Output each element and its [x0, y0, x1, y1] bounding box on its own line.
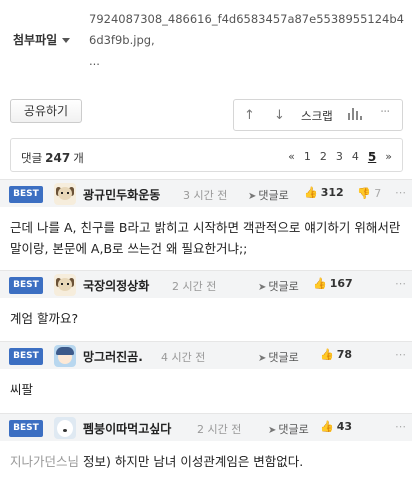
comment-header: BEST 망그러진곰. 4 시간 전 ➤ 댓글로 👍 78 ⋯ [0, 341, 412, 369]
comment-time: 3 시간 전 [183, 189, 228, 202]
attachment-filename: 7924087308_486616_f4d6583457a87e55389551… [89, 12, 404, 47]
thumbs-up-icon: 👍 [304, 186, 318, 199]
scrap-button[interactable]: 스크랩 [301, 108, 333, 124]
stats-chart-icon[interactable] [348, 108, 362, 120]
comment-nickname[interactable]: 광규민두화운동 [83, 186, 160, 203]
comment-text: 씨팔 [10, 382, 34, 397]
comment-prefix: 지나가던스님 [10, 454, 80, 469]
best-badge: BEST [9, 420, 43, 437]
pager-page[interactable]: 4 [352, 150, 359, 164]
attachment-section: 첨부파일 7924087308_486616_f4d6583457a87e553… [0, 0, 412, 83]
like-button[interactable]: 👍 43 [320, 420, 352, 433]
reply-button[interactable]: ➤ 댓글로 [268, 421, 309, 437]
best-badge: BEST [9, 186, 43, 203]
reply-arrow-icon: ➤ [258, 282, 267, 293]
reply-arrow-icon: ➤ [268, 425, 277, 436]
like-count: 312 [320, 186, 344, 199]
like-button[interactable]: 👍 312 [304, 186, 344, 199]
comment-item: BEST 국장의정상화 2 시간 전 ➤ 댓글로 👍 167 ⋯ 계엄 할까요? [0, 270, 412, 336]
dislike-button[interactable]: 👎 7 [357, 187, 381, 200]
comment-nickname[interactable]: 펨붕이따먹고싶다 [83, 420, 171, 437]
attachment-label: 첨부파일 [13, 33, 58, 47]
avatar[interactable] [54, 183, 76, 205]
comment-text-body: 정보) 하지만 남녀 이성관계임은 변함없다. [83, 454, 304, 469]
caret-down-icon [62, 38, 71, 43]
comment-time: 2 시간 전 [197, 423, 242, 436]
more-menu-icon[interactable]: ⋯ [395, 420, 406, 433]
best-badge: BEST [9, 277, 43, 294]
comment-time: 4 시간 전 [161, 351, 206, 364]
reply-label: 댓글로 [268, 351, 299, 364]
reply-label: 댓글로 [258, 189, 289, 202]
reply-label: 댓글로 [268, 280, 299, 293]
attachment-toggle[interactable]: 첨부파일 [13, 31, 71, 48]
comment-header: BEST 광규민두화운동 3 시간 전 ➤ 댓글로 👍 312 👎 7 ⋯ [0, 179, 412, 207]
like-count: 43 [336, 420, 353, 433]
comment-count-number: 247 [45, 151, 71, 165]
like-button[interactable]: 👍 167 [313, 277, 353, 290]
best-badge: BEST [9, 348, 43, 365]
thumbs-up-icon: 👍 [313, 277, 327, 290]
comment-count-bar: 댓글 247 개 « 1 2 3 4 5 » [10, 138, 403, 172]
comment-item: BEST 광규민두화운동 3 시간 전 ➤ 댓글로 👍 312 👎 7 ⋯ 근데 나… [0, 179, 412, 267]
reply-label: 댓글로 [278, 423, 309, 436]
comment-text: 계엄 할까요? [10, 311, 79, 326]
more-menu-icon[interactable]: ⋯ [395, 186, 406, 199]
comment-text: 지나가던스님 정보) 하지만 남녀 이성관계임은 변함없다. [10, 451, 405, 472]
comment-header: BEST 국장의정상화 2 시간 전 ➤ 댓글로 👍 167 ⋯ [0, 270, 412, 298]
comment-item: BEST 망그러진곰. 4 시간 전 ➤ 댓글로 👍 78 ⋯ 씨팔 [0, 341, 412, 405]
scroll-up-icon[interactable]: ↑ [244, 108, 255, 123]
comment-header: BEST 펨붕이따먹고싶다 2 시간 전 ➤ 댓글로 👍 43 ⋯ [0, 413, 412, 441]
more-menu-icon[interactable]: ⋯ [395, 277, 406, 290]
pager-current-page[interactable]: 5 [368, 150, 376, 164]
comment-count: 댓글 247 개 [21, 150, 84, 166]
avatar[interactable] [54, 417, 76, 439]
comment-count-label: 댓글 [21, 151, 43, 165]
reply-button[interactable]: ➤ 댓글로 [248, 187, 289, 203]
pagination: « 1 2 3 4 5 » [288, 150, 392, 164]
thumbs-up-icon: 👍 [320, 348, 334, 361]
reply-arrow-icon: ➤ [258, 353, 267, 364]
like-button[interactable]: 👍 78 [320, 348, 352, 361]
pager-page[interactable]: 1 [304, 150, 311, 164]
avatar[interactable] [54, 274, 76, 296]
like-count: 167 [329, 277, 353, 290]
comment-text: 근데 나를 A, 친구를 B라고 밝히고 시작하면 객관적으로 얘기하기 위해서… [10, 220, 401, 256]
comment-item: BEST 펨붕이따먹고싶다 2 시간 전 ➤ 댓글로 👍 43 ⋯ 지나가던스님 정보… [0, 413, 412, 482]
reply-button[interactable]: ➤ 댓글로 [258, 349, 299, 365]
pager-page[interactable]: 2 [320, 150, 327, 164]
pager-next[interactable]: » [385, 150, 392, 164]
scroll-down-icon[interactable]: ↓ [274, 108, 285, 123]
reply-arrow-icon: ➤ [248, 191, 257, 202]
pager-first[interactable]: « [288, 150, 295, 164]
like-count: 78 [336, 348, 353, 361]
comment-count-unit: 개 [73, 151, 84, 165]
attachment-file-link[interactable]: 7924087308_486616_f4d6583457a87e55389551… [89, 9, 407, 72]
more-icon[interactable]: ··· [380, 105, 390, 120]
dislike-count: 7 [374, 187, 382, 200]
post-tools: ↑ ↓ 스크랩 ··· [233, 99, 403, 131]
reply-button[interactable]: ➤ 댓글로 [258, 278, 299, 294]
attachment-more: ... [89, 54, 100, 68]
comment-time: 2 시간 전 [172, 280, 217, 293]
more-menu-icon[interactable]: ⋯ [395, 348, 406, 361]
comment-nickname[interactable]: 국장의정상화 [83, 277, 149, 294]
comment-nickname[interactable]: 망그러진곰. [83, 348, 143, 365]
avatar[interactable] [54, 345, 76, 367]
thumbs-up-icon: 👍 [320, 420, 334, 433]
share-button[interactable]: 공유하기 [10, 99, 82, 123]
pager-page[interactable]: 3 [336, 150, 343, 164]
thumbs-down-icon: 👎 [357, 187, 371, 200]
